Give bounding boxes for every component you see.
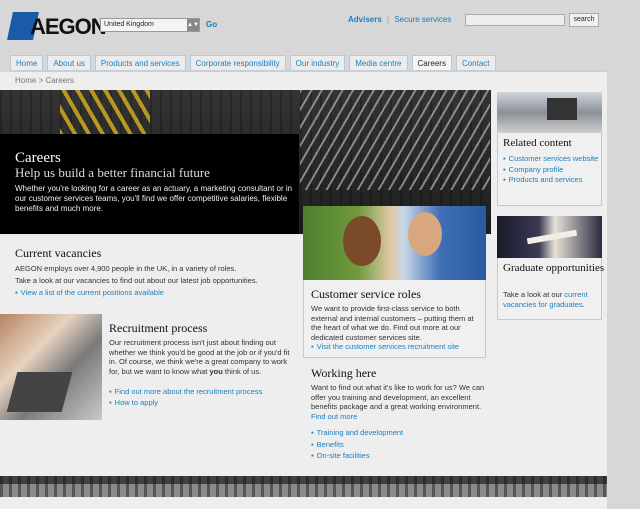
recruitment-text-part-1: Our recruitment process isn't just about… (109, 338, 290, 376)
hero-description: Whether you're looking for a career as a… (15, 184, 293, 213)
graduate-text-part-2: . (582, 299, 585, 309)
recruitment-text: Our recruitment process isn't just about… (109, 338, 294, 376)
person-decoration (343, 216, 381, 266)
footer-strip-shade (0, 476, 607, 484)
logo-text: AEGON (30, 14, 107, 39)
tab-media-centre[interactable]: Media centre (349, 55, 408, 71)
recruitment-link-row: ▪ Find out more about the recruitment pro… (109, 387, 262, 396)
recruitment-image (0, 314, 102, 420)
working-here-text: Want to find out what it's like to work … (311, 383, 486, 421)
secure-services-link[interactable]: Secure services (394, 15, 451, 24)
facilities-link-row: ▪ On-site facilities (311, 451, 370, 460)
recruitment-text-emphasis: you (209, 366, 223, 376)
how-to-apply-link[interactable]: How to apply (115, 398, 158, 407)
related-content-image (497, 92, 602, 133)
graduate-heading: Graduate opportunities (503, 262, 605, 274)
facilities-link[interactable]: On-site facilities (317, 451, 370, 460)
tab-contact[interactable]: Contact (455, 55, 496, 71)
view-positions-link-row: ▪ View a list of the current positions av… (15, 288, 164, 297)
customer-services-website-link[interactable]: Customer services website (509, 154, 599, 164)
tab-our-industry[interactable]: Our industry (289, 55, 346, 71)
bullet-icon: ▪ (109, 387, 112, 396)
graduate-text-part-1: Take a look at our (503, 290, 565, 299)
tab-home[interactable]: Home (10, 55, 44, 71)
customer-service-link-row: ▪ Visit the customer services recruitment… (311, 342, 459, 351)
bullet-icon: ▪ (311, 428, 314, 437)
bullet-icon: ▪ (15, 288, 18, 297)
tab-about-us[interactable]: About us (47, 55, 91, 71)
tab-corporate-responsibility[interactable]: Corporate responsibility (189, 55, 286, 71)
customer-service-recruitment-link[interactable]: Visit the customer services recruitment … (317, 342, 459, 351)
page-subtitle: Help us build a better financial future (15, 165, 210, 180)
graduate-text: Take a look at our current vacancies for… (503, 290, 599, 309)
working-here-description: Want to find out what it's like to work … (311, 383, 485, 411)
graduate-image (497, 216, 602, 258)
list-item: ▪ Customer services website (503, 154, 599, 164)
products-services-link[interactable]: Products and services (509, 175, 583, 185)
current-vacancies-text-1: AEGON employs over 4,900 people in the U… (15, 264, 237, 273)
bullet-icon: ▪ (503, 164, 506, 174)
benefits-link-row: ▪ Benefits (311, 440, 344, 449)
hero-rebar-decoration (300, 90, 490, 190)
tab-products-and-services[interactable]: Products and services (94, 55, 186, 71)
view-positions-link[interactable]: View a list of the current positions ava… (21, 288, 164, 297)
bullet-icon: ▪ (311, 451, 314, 460)
bullet-icon: ▪ (311, 440, 314, 449)
company-profile-link[interactable]: Company profile (509, 165, 564, 175)
recruitment-process-link[interactable]: Find out more about the recruitment proc… (115, 387, 263, 396)
how-to-apply-row: ▪ How to apply (109, 398, 158, 407)
bullet-icon: ▪ (109, 398, 112, 407)
benefits-link[interactable]: Benefits (317, 440, 344, 449)
customer-service-heading: Customer service roles (311, 287, 421, 301)
country-select[interactable]: United Kingdom ▲▼ (100, 18, 200, 32)
current-vacancies-heading: Current vacancies (15, 246, 102, 260)
bullet-icon: ▪ (503, 175, 506, 184)
list-item: ▪ Products and services (503, 175, 599, 185)
find-out-more-link[interactable]: Find out more (311, 412, 357, 421)
list-item: ▪ Company profile (503, 165, 599, 175)
chevron-down-icon: ▲▼ (187, 19, 199, 31)
aegon-logo[interactable]: AEGON (7, 12, 107, 42)
tab-careers[interactable]: Careers (411, 55, 452, 71)
current-vacancies-text-2: Take a look at our vacancies to find out… (15, 276, 258, 285)
training-link-row: ▪ Training and development (311, 428, 403, 437)
recruitment-text-part-2: think of us. (222, 366, 262, 376)
related-content-list: ▪ Customer services website ▪ Company prof… (503, 154, 599, 186)
footer-image-strip (0, 476, 607, 497)
related-content-heading: Related content (503, 137, 572, 149)
go-button[interactable]: Go (206, 20, 217, 29)
top-links: Advisers | Secure services (348, 15, 451, 24)
country-select-value: United Kingdom (104, 21, 154, 28)
hero-scaffold-decoration (60, 90, 150, 136)
search-input[interactable] (465, 14, 565, 26)
bullet-icon: ▪ (503, 154, 506, 163)
search-button[interactable]: search (569, 13, 599, 27)
customer-service-text: We want to provide first-class service t… (311, 304, 474, 342)
people-decoration (547, 98, 577, 120)
advisers-link[interactable]: Advisers (348, 15, 382, 24)
customer-service-image (303, 206, 486, 280)
working-here-heading: Working here (311, 366, 377, 380)
person-decoration (408, 212, 442, 256)
bullet-icon: ▪ (311, 342, 314, 351)
breadcrumb: Home > Careers (15, 76, 74, 85)
main-nav: Home About us Products and services Corp… (10, 55, 496, 71)
laptop-decoration (6, 372, 73, 412)
training-link[interactable]: Training and development (317, 428, 403, 437)
recruitment-heading: Recruitment process (109, 321, 208, 335)
top-links-separator: | (387, 15, 390, 24)
diploma-decoration (526, 229, 578, 245)
